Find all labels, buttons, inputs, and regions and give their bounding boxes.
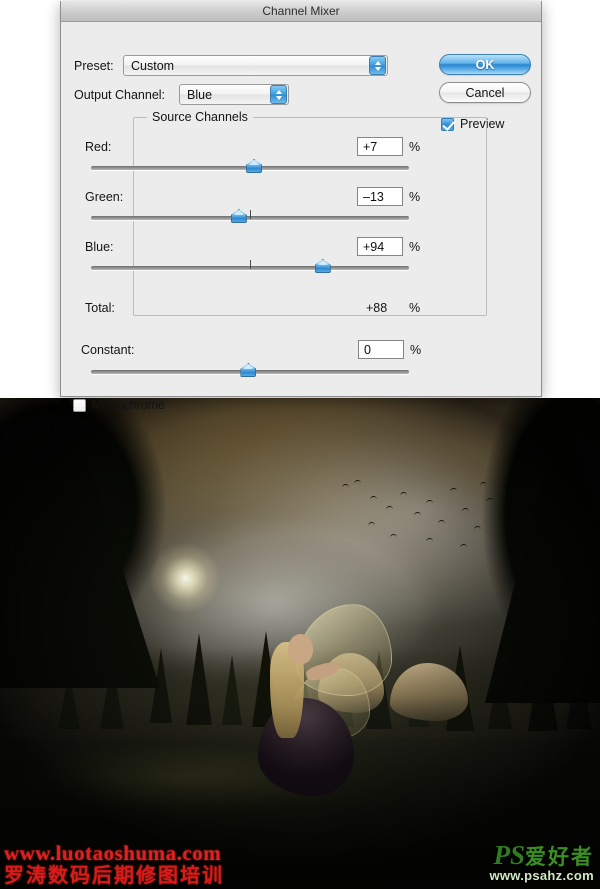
output-channel-label: Output Channel: [74,88,166,102]
green-label: Green: [85,190,124,204]
output-channel-dropdown[interactable]: Blue [179,84,289,105]
blue-slider[interactable] [91,259,409,275]
channel-mixer-dialog: Channel Mixer Preset: Custom Output Chan… [60,1,542,412]
preset-stepper-arrows[interactable] [369,56,386,75]
red-value: +7 [363,139,378,154]
dialog-body: Preset: Custom Output Channel: Blue OK C… [61,22,541,412]
blue-value: +94 [363,239,385,254]
dialog-title: Channel Mixer [262,4,340,18]
blue-label: Blue: [85,240,114,254]
blue-slider-center-tick [250,260,251,269]
screenshot-root: www.luotaoshuma.com 罗涛数码后期修图培训 PS爱好者 www… [0,0,600,889]
output-channel-stepper-arrows[interactable] [270,85,287,104]
red-slider-thumb[interactable] [246,159,263,174]
monochrome-checkbox-label: Monochrome [92,398,165,412]
red-label: Red: [85,140,112,154]
dialog-titlebar[interactable]: Channel Mixer [61,1,541,22]
left-foreground-conifer [0,398,160,688]
monochrome-checkbox[interactable]: Monochrome [73,398,165,412]
ok-button-label: OK [475,57,495,72]
total-label: Total: [85,301,115,315]
constant-value-input[interactable]: 0 [358,340,404,359]
photo-canvas[interactable]: www.luotaoshuma.com 罗涛数码后期修图培训 PS爱好者 www… [0,398,600,889]
red-value-input[interactable]: +7 [357,137,403,156]
green-slider-thumb[interactable] [230,209,247,224]
monochrome-checkbox-box[interactable] [73,398,86,412]
preset-value: Custom [131,58,175,73]
green-value: –13 [363,189,384,204]
blue-percent-sign: % [409,240,421,254]
preset-dropdown[interactable]: Custom [123,55,388,76]
green-value-input[interactable]: –13 [357,187,403,206]
blue-slider-thumb[interactable] [314,259,331,274]
cancel-button[interactable]: Cancel [439,82,531,103]
cancel-button-label: Cancel [465,85,505,100]
constant-label: Constant: [81,343,135,357]
green-slider-center-tick [250,210,251,219]
ok-button[interactable]: OK [439,54,531,75]
red-slider[interactable] [91,159,409,175]
bird-flock [330,478,530,568]
total-value: +88 [366,301,388,315]
fairy-figure [218,604,398,796]
blue-value-input[interactable]: +94 [357,237,403,256]
green-slider[interactable] [91,209,409,225]
constant-slider-thumb[interactable] [240,363,257,378]
red-percent-sign: % [409,140,421,154]
fairy-head [288,634,313,664]
total-percent-sign: % [409,301,421,315]
green-percent-sign: % [409,190,421,204]
source-channels-legend: Source Channels [147,110,253,124]
constant-value: 0 [364,342,371,357]
preset-label: Preset: [74,59,114,73]
constant-slider[interactable] [91,363,409,379]
output-channel-value: Blue [187,87,213,102]
constant-percent-sign: % [410,343,422,357]
